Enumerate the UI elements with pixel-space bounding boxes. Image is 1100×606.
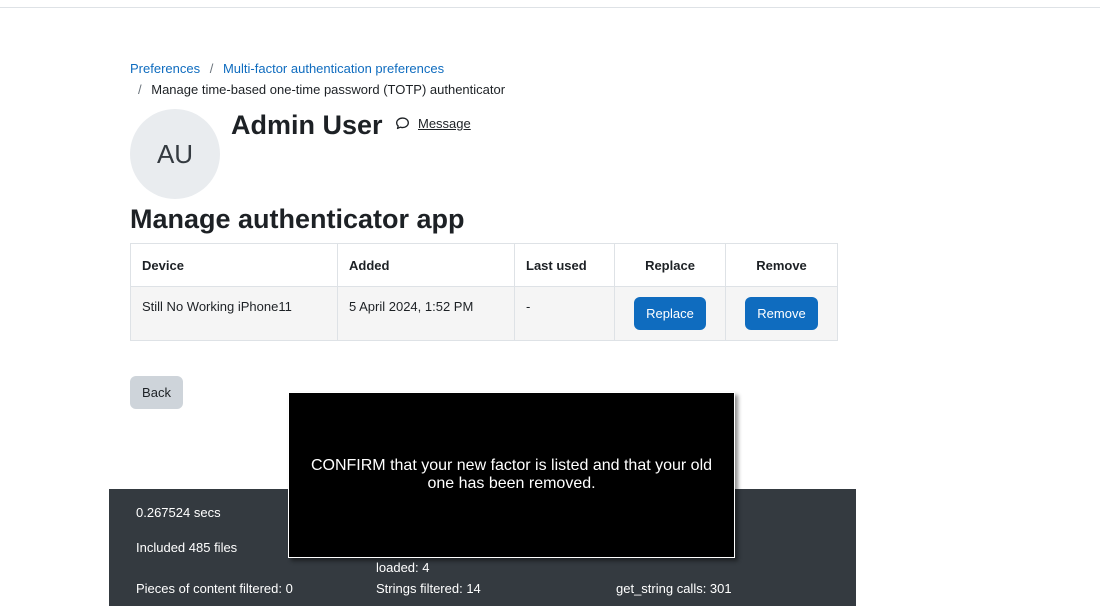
chat-bubble-icon [396,117,409,130]
user-name: Admin User [231,110,383,140]
page-title: Manage authenticator app [130,204,465,234]
footer-get-string-calls: get_string calls: 301 [616,581,732,596]
footer-time: 0.267524 secs [136,505,221,520]
remove-button[interactable]: Remove [745,297,818,330]
column-header-last-used: Last used [514,243,615,287]
overlay-message: CONFIRM that your new factor is listed a… [310,457,713,492]
table-header-row: Device Added Last used Replace Remove [130,243,838,287]
breadcrumb-separator: / [138,82,142,97]
column-header-replace: Replace [614,243,726,287]
footer-content-filtered: Pieces of content filtered: 0 [136,581,293,596]
footer-strings-filtered: Strings filtered: 14 [376,581,481,596]
instruction-overlay: CONFIRM that your new factor is listed a… [288,392,735,558]
table-row: Still No Working iPhone11 5 April 2024, … [130,286,838,341]
footer-loaded: loaded: 4 [376,560,430,575]
message-label: Message [418,116,471,131]
top-divider [0,7,1100,8]
authenticator-table: Device Added Last used Replace Remove St… [130,243,838,341]
added-cell: 5 April 2024, 1:52 PM [337,286,515,341]
remove-cell: Remove [725,286,838,341]
message-link[interactable]: Message [395,116,471,131]
breadcrumb: Preferences / Multi-factor authenticatio… [130,58,830,100]
column-header-device: Device [130,243,338,287]
back-button[interactable]: Back [130,376,183,409]
last-used-cell: - [514,286,615,341]
breadcrumb-separator: / [209,61,214,76]
avatar[interactable]: AU [130,109,220,199]
avatar-initials: AU [156,138,194,169]
column-header-remove: Remove [725,243,838,287]
device-cell: Still No Working iPhone11 [130,286,338,341]
footer-included-files: Included 485 files [136,540,238,555]
column-header-added: Added [337,243,515,287]
replace-cell: Replace [614,286,726,341]
breadcrumb-preferences-link[interactable]: Preferences [130,61,200,76]
breadcrumb-mfa-preferences-link[interactable]: Multi-factor authentication preferences [223,61,444,76]
replace-button[interactable]: Replace [634,297,706,330]
page: Preferences / Multi-factor authenticatio… [0,0,1100,606]
breadcrumb-current-page: Manage time-based one-time password (TOT… [151,82,506,97]
